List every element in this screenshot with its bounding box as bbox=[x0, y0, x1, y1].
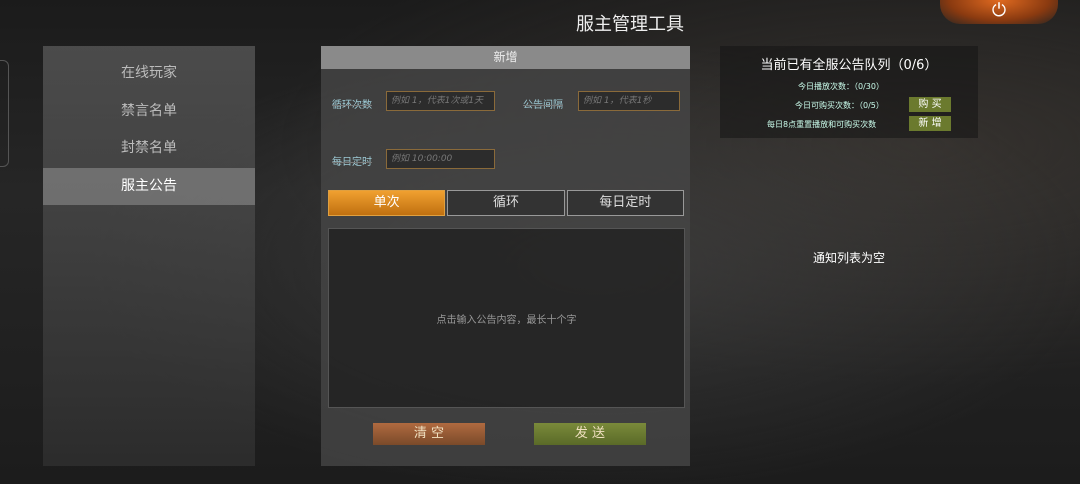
clear-button[interactable]: 清 空 bbox=[373, 423, 485, 445]
interval-input[interactable] bbox=[578, 91, 680, 111]
daily-time-input[interactable] bbox=[386, 149, 495, 169]
tab-daily[interactable]: 每日定时 bbox=[566, 190, 684, 216]
buy-button[interactable]: 购 买 bbox=[909, 97, 951, 112]
loop-count-label: 循环次数 bbox=[332, 100, 372, 111]
today-buyable: 今日可购买次数：（0/5） bbox=[795, 101, 884, 110]
tab-loop[interactable]: 循环 bbox=[447, 190, 565, 216]
sidebar: 在线玩家 禁言名单 封禁名单 服主公告 bbox=[43, 46, 255, 466]
add-button[interactable]: 新 增 bbox=[909, 116, 951, 131]
reset-note: 每日8点重置播放和可购买次数 bbox=[767, 120, 877, 129]
sidebar-item-online-players[interactable]: 在线玩家 bbox=[43, 55, 255, 93]
content-placeholder: 点击输入公告内容，最长十个字 bbox=[436, 314, 577, 326]
page-title: 服主管理工具 bbox=[576, 14, 684, 35]
sidebar-item-ban-list[interactable]: 封禁名单 bbox=[43, 130, 255, 168]
power-button[interactable]: ⏻ bbox=[940, 0, 1058, 24]
notice-list-empty: 通知列表为空 bbox=[812, 251, 885, 265]
daily-time-label: 每日定时 bbox=[332, 157, 372, 168]
tab-single[interactable]: 单次 bbox=[328, 190, 446, 216]
interval-label: 公告间隔 bbox=[523, 100, 563, 111]
sidebar-item-mute-list[interactable]: 禁言名单 bbox=[43, 93, 255, 131]
queue-title: 当前已有全服公告队列（0/6） bbox=[760, 58, 938, 73]
queue-info-panel: 当前已有全服公告队列（0/6） 今日播放次数：（0/30） 今日可购买次数：（0… bbox=[720, 46, 978, 138]
panel-title: 新增 bbox=[321, 46, 690, 69]
side-handle[interactable] bbox=[0, 60, 9, 167]
sidebar-item-announcements[interactable]: 服主公告 bbox=[43, 167, 255, 205]
send-button[interactable]: 发 送 bbox=[534, 423, 646, 445]
announcement-panel: 新增 循环次数 公告间隔 每日定时 单次 循环 每日定时 点击输入公告内容，最长… bbox=[321, 46, 690, 466]
mode-tabs: 单次 循环 每日定时 bbox=[328, 190, 684, 216]
loop-count-input[interactable] bbox=[386, 91, 495, 111]
power-icon: ⏻ bbox=[991, 0, 1007, 21]
today-plays: 今日播放次数：（0/30） bbox=[798, 82, 884, 91]
announcement-content-input[interactable]: 点击输入公告内容，最长十个字 bbox=[328, 228, 685, 408]
